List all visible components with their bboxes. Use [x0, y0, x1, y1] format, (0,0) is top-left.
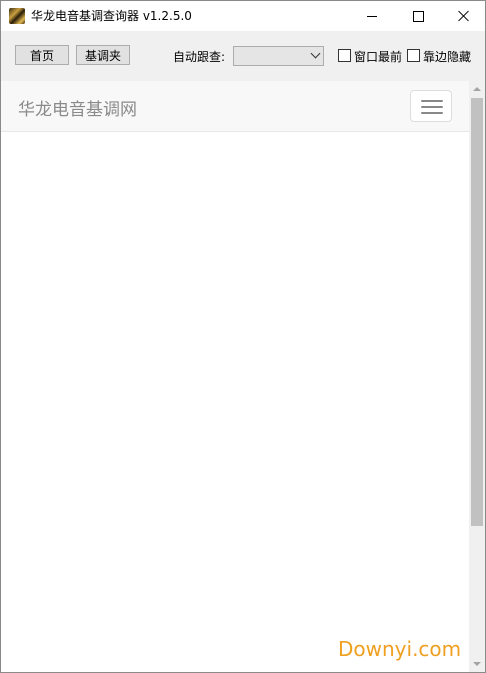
auto-follow-select[interactable] [233, 46, 324, 66]
chevron-down-icon [310, 48, 321, 59]
site-brand[interactable]: 华龙电音基调网 [18, 95, 137, 120]
auto-follow-label: 自动跟查: [173, 50, 226, 64]
close-button[interactable] [441, 1, 485, 31]
hamburger-icon-line [421, 106, 443, 108]
site-navbar: 华龙电音基调网 [1, 81, 469, 132]
menu-toggle-button[interactable] [410, 90, 452, 122]
key-folder-button[interactable]: 基调夹 [76, 45, 130, 65]
dock-hide-label[interactable]: 靠边隐藏 [423, 48, 471, 65]
maximize-button[interactable] [395, 1, 441, 31]
minimize-icon [367, 15, 377, 17]
scroll-down-icon[interactable] [473, 662, 481, 666]
always-on-top-label[interactable]: 窗口最前 [354, 48, 402, 65]
app-window: 华龙电音基调查询器 v1.2.5.0 首页 基调夹 自动跟查: 窗口最前 靠边隐… [0, 0, 486, 673]
dock-hide-checkbox[interactable] [407, 49, 420, 62]
web-view: 华龙电音基调网 [1, 81, 485, 672]
watermark: Downyi.com [338, 637, 462, 661]
title-bar[interactable]: 华龙电音基调查询器 v1.2.5.0 [1, 1, 485, 31]
always-on-top-checkbox[interactable] [338, 49, 351, 62]
scroll-up-icon[interactable] [473, 87, 481, 91]
window-title: 华龙电音基调查询器 v1.2.5.0 [31, 9, 192, 23]
home-button[interactable]: 首页 [15, 45, 69, 65]
hamburger-icon-line [421, 112, 443, 114]
vertical-scrollbar[interactable] [469, 81, 485, 672]
scroll-thumb[interactable] [471, 98, 483, 526]
minimize-button[interactable] [349, 1, 395, 31]
hamburger-icon [421, 100, 443, 102]
toolbar: 首页 基调夹 自动跟查: 窗口最前 靠边隐藏 [1, 31, 485, 81]
app-logo-icon [9, 8, 25, 24]
close-icon [458, 10, 470, 22]
maximize-icon [412, 10, 424, 22]
